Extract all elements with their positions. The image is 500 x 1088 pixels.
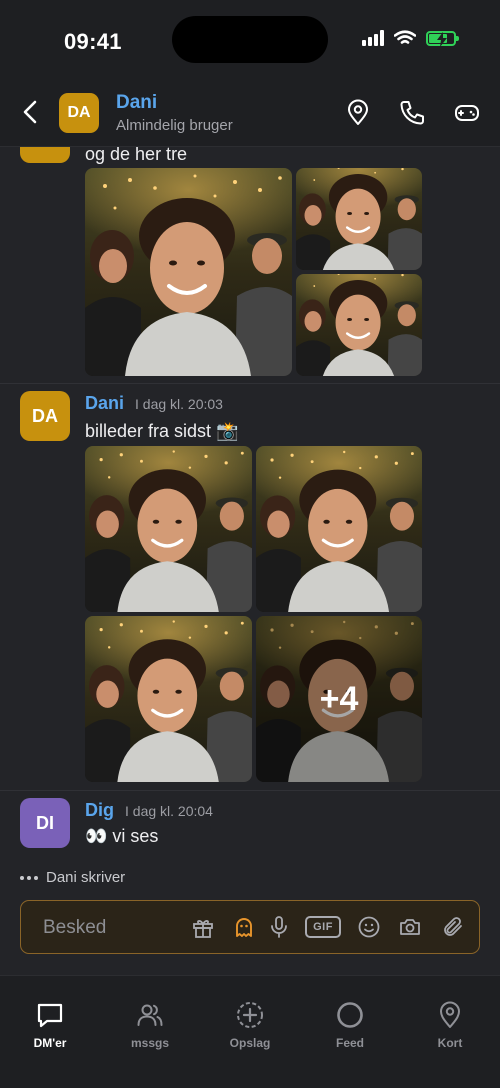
header-contact-name[interactable]: Dani bbox=[116, 92, 157, 114]
tab-feed[interactable]: Feed bbox=[300, 1000, 400, 1050]
wifi-icon bbox=[394, 30, 416, 44]
cellular-signal-icon bbox=[362, 30, 384, 46]
gif-button[interactable]: GIF bbox=[305, 916, 341, 938]
message-avatar[interactable]: DA bbox=[20, 391, 70, 441]
tab-label: mssgs bbox=[130, 1036, 170, 1050]
attachment-icon[interactable] bbox=[441, 915, 465, 939]
message-item: DA Dani I dag kl. 20:03 billeder fra sid… bbox=[0, 391, 500, 791]
typing-indicator-text: Dani skriver bbox=[46, 869, 126, 886]
message-divider bbox=[0, 790, 500, 791]
add-circle-icon bbox=[237, 1002, 263, 1028]
message-timestamp: I dag kl. 20:03 bbox=[135, 396, 223, 412]
message-photo[interactable] bbox=[296, 168, 422, 270]
map-pin-icon bbox=[440, 1001, 460, 1028]
tab-label: Feed bbox=[335, 1036, 364, 1050]
people-icon bbox=[137, 1004, 163, 1026]
typing-dots-icon bbox=[20, 875, 38, 880]
tab-label: Opslag bbox=[229, 1036, 271, 1050]
message-author[interactable]: Dig bbox=[85, 800, 114, 821]
message-photo[interactable] bbox=[85, 616, 252, 782]
message-photo[interactable] bbox=[256, 446, 422, 612]
tab-label: Kort bbox=[437, 1036, 463, 1050]
more-photos-count: +4 bbox=[256, 616, 422, 782]
message-photo[interactable] bbox=[85, 168, 292, 376]
system-icons bbox=[362, 30, 459, 47]
message-text: og de her tre bbox=[85, 147, 188, 164]
message-photo[interactable] bbox=[296, 274, 422, 376]
microphone-icon[interactable] bbox=[267, 915, 291, 939]
circle-icon bbox=[337, 1002, 363, 1028]
tab-label: DM'er bbox=[33, 1036, 67, 1050]
header-contact-role: Almindelig bruger bbox=[116, 117, 233, 134]
message-avatar[interactable]: DA bbox=[20, 147, 70, 163]
camera-icon[interactable] bbox=[398, 915, 422, 939]
message-list[interactable]: DA og de her tre DA Dani I dag kl. 20:03… bbox=[0, 147, 500, 890]
dynamic-island bbox=[172, 16, 328, 63]
ghost-icon[interactable] bbox=[232, 915, 256, 939]
message-text: 👀 vi ses bbox=[85, 826, 159, 846]
tab-mssgs[interactable]: mssgs bbox=[100, 1000, 200, 1050]
message-author[interactable]: Dani bbox=[85, 393, 124, 414]
back-chevron-icon[interactable] bbox=[18, 98, 42, 126]
message-composer: GIF bbox=[20, 900, 480, 954]
tab-kort[interactable]: Kort bbox=[400, 1000, 500, 1050]
phone-icon[interactable] bbox=[398, 99, 426, 127]
status-bar: 09:41 bbox=[0, 0, 500, 80]
chat-bubble-icon bbox=[37, 1003, 63, 1028]
message-item: DI Dig I dag kl. 20:04 👀 vi ses bbox=[0, 798, 500, 858]
battery-charging-icon bbox=[426, 30, 459, 47]
game-controller-icon[interactable] bbox=[453, 99, 481, 127]
location-pin-icon[interactable] bbox=[344, 99, 372, 127]
message-photo-more[interactable]: +4 bbox=[256, 616, 422, 782]
status-time: 09:41 bbox=[64, 29, 122, 54]
tab-opslag[interactable]: Opslag bbox=[200, 1000, 300, 1050]
gift-icon[interactable] bbox=[191, 915, 215, 939]
chat-header: DA Dani Almindelig bruger bbox=[0, 80, 500, 147]
emoji-icon[interactable] bbox=[357, 915, 381, 939]
header-avatar[interactable]: DA bbox=[59, 93, 99, 133]
tab-dms[interactable]: DM'er bbox=[0, 1000, 100, 1050]
message-photo[interactable] bbox=[85, 446, 252, 612]
message-avatar[interactable]: DI bbox=[20, 798, 70, 848]
message-timestamp: I dag kl. 20:04 bbox=[125, 803, 213, 819]
message-text: billeder fra sidst 📸 bbox=[85, 421, 239, 441]
message-input[interactable] bbox=[41, 913, 175, 943]
message-divider bbox=[0, 383, 500, 384]
message-item: DA og de her tre bbox=[0, 147, 500, 377]
bottom-tab-bar: DM'er mssgs Opslag Feed Kort bbox=[0, 975, 500, 1088]
typing-indicator: Dani skriver bbox=[20, 869, 125, 886]
